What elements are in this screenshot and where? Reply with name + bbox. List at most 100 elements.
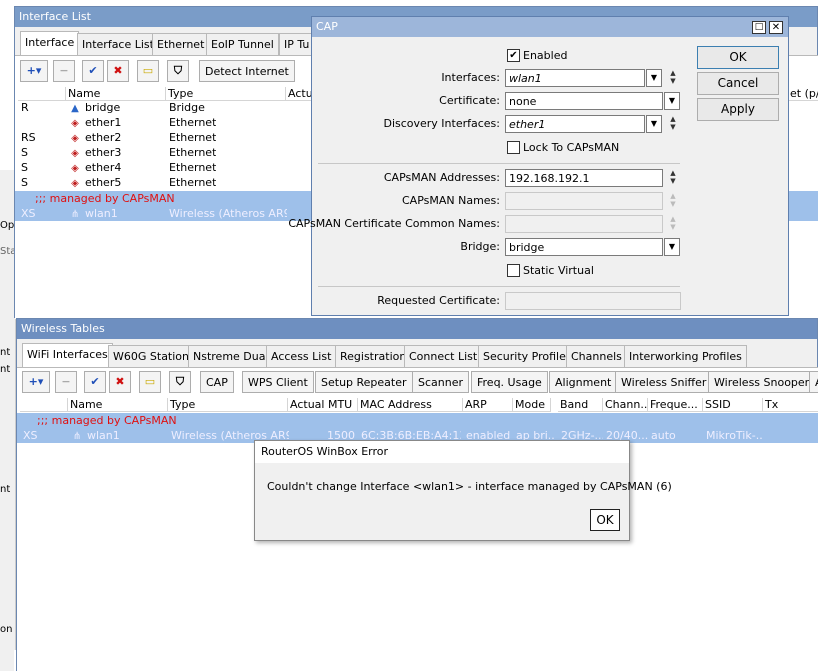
filter-button[interactable]: ⛉ — [167, 60, 189, 82]
freq-usage-button[interactable]: Freq. Usage — [471, 371, 548, 393]
detect-internet-button[interactable]: Detect Internet — [199, 60, 295, 82]
tab-channels[interactable]: Channels — [566, 345, 627, 367]
certificate-dropdown[interactable]: ▼ — [664, 92, 680, 110]
dialog-title[interactable]: CAP — [312, 17, 788, 37]
cancel-button[interactable]: Cancel — [697, 72, 779, 95]
column-mac-address[interactable]: MAC Address — [358, 398, 463, 412]
column-type[interactable]: Type — [168, 398, 288, 412]
alignment-button[interactable]: Alignment — [549, 371, 618, 393]
static-virtual-checkbox[interactable] — [507, 264, 520, 277]
column-flags[interactable] — [18, 87, 66, 101]
tab-ip-tunnel[interactable]: IP Tu — [279, 33, 315, 55]
column-frequency[interactable]: Freque... — [648, 398, 703, 412]
interfaces-updown[interactable]: ▲ ▼ — [667, 69, 679, 87]
wps-client-button[interactable]: WPS Client — [242, 371, 314, 393]
tab-eoip-tunnel[interactable]: EoIP Tunnel — [206, 33, 279, 55]
tab-wifi-interfaces[interactable]: WiFi Interfaces — [22, 343, 113, 367]
tab-ethernet[interactable]: Ethernet — [152, 33, 210, 55]
table-row[interactable]: ◈ ether1 — [69, 115, 121, 131]
column-tx-rate[interactable]: et (p/s — [787, 87, 818, 101]
lock-to-capsman-checkbox[interactable] — [507, 141, 520, 154]
error-ok-button[interactable]: OK — [590, 509, 620, 531]
filter-button[interactable]: ⛉ — [169, 371, 191, 393]
discovery-updown[interactable]: ▲ ▼ — [667, 115, 679, 133]
interfaces-dropdown[interactable]: ▼ — [646, 69, 662, 87]
tab-registration[interactable]: Registration — [335, 345, 412, 367]
tab-connect-list[interactable]: Connect List — [404, 345, 483, 367]
discovery-interfaces-field[interactable]: ether1 — [505, 115, 645, 133]
scanner-button[interactable]: Scanner — [412, 371, 470, 393]
column-tx[interactable]: Tx — [763, 398, 818, 412]
bridge-label: Bridge: — [460, 240, 500, 253]
row-type: Ethernet — [169, 176, 217, 189]
column-channel[interactable]: Chann... — [603, 398, 648, 412]
tab-interworking-profiles[interactable]: Interworking Profiles — [624, 345, 747, 367]
enable-button[interactable]: ✔ — [82, 60, 104, 82]
row-name: ether2 — [85, 131, 122, 144]
remove-button[interactable]: − — [53, 60, 75, 82]
column-name[interactable]: Name — [68, 398, 168, 412]
bg-fragment: nt — [0, 364, 11, 375]
disable-button[interactable]: ✖ — [107, 60, 129, 82]
ok-button[interactable]: OK — [697, 46, 779, 69]
certificate-field[interactable]: none — [505, 92, 663, 110]
setup-repeater-button[interactable]: Setup Repeater — [315, 371, 413, 393]
static-virtual-label: Static Virtual — [523, 264, 594, 277]
row-name: wlan1 — [85, 207, 118, 220]
column-type[interactable]: Type — [166, 87, 286, 101]
error-dialog-title[interactable]: RouterOS WinBox Error — [255, 441, 629, 463]
apply-button[interactable]: Apply — [697, 98, 779, 121]
comment-button[interactable]: ▭ — [137, 60, 159, 82]
more-button[interactable]: A — [809, 371, 818, 393]
tab-security-profiles[interactable]: Security Profiles — [478, 345, 577, 367]
bridge-dropdown[interactable]: ▼ — [664, 238, 680, 256]
column-arp[interactable]: ARP — [463, 398, 513, 412]
tab-w60g-station[interactable]: W60G Station — [108, 345, 195, 367]
column-actual-mtu[interactable]: Actual MTU — [288, 398, 358, 412]
add-button[interactable]: +▾ — [20, 60, 48, 82]
column-band[interactable]: Band — [558, 398, 603, 412]
cap-button[interactable]: CAP — [200, 371, 234, 393]
remove-button[interactable]: − — [55, 371, 77, 393]
column-name[interactable]: Name — [66, 87, 166, 101]
maximize-icon[interactable]: □ — [752, 21, 766, 34]
column-flags[interactable] — [20, 398, 68, 412]
window-title[interactable]: Wireless Tables — [17, 319, 817, 339]
wireless-snooper-button[interactable]: Wireless Snooper — [708, 371, 816, 393]
capsman-addresses-field[interactable]: 192.168.192.1 — [505, 169, 663, 187]
tab-interface[interactable]: Interface — [20, 31, 80, 55]
comment-button[interactable]: ▭ — [139, 371, 161, 393]
column-mode[interactable]: Mode — [513, 398, 551, 412]
requested-certificate-field[interactable] — [505, 292, 681, 310]
add-button[interactable]: +▾ — [22, 371, 50, 393]
table-row[interactable]: ◈ ether5 — [69, 175, 121, 191]
capsman-cert-names-field[interactable] — [505, 215, 663, 233]
capsman-names-updown[interactable]: ▲ ▼ — [667, 192, 679, 210]
column-ssid[interactable]: SSID — [703, 398, 763, 412]
table-row[interactable]: ▲ bridge — [69, 100, 120, 116]
wireless-icon: ⋔ — [72, 431, 82, 442]
enabled-checkbox[interactable]: ✔ — [507, 49, 520, 62]
enable-button[interactable]: ✔ — [84, 371, 106, 393]
disable-button[interactable]: ✖ — [109, 371, 131, 393]
table-row[interactable]: ⋔ wlan1 — [71, 428, 120, 444]
close-icon[interactable]: ✕ — [769, 21, 783, 34]
capsman-cert-names-updown[interactable]: ▲ ▼ — [667, 215, 679, 233]
tab-interface-list[interactable]: Interface List — [77, 33, 159, 55]
table-row[interactable]: ◈ ether4 — [69, 160, 121, 176]
capsman-addresses-updown[interactable]: ▲ ▼ — [667, 169, 679, 187]
wireless-sniffer-button[interactable]: Wireless Sniffer — [615, 371, 713, 393]
table-row[interactable]: ◈ ether3 — [69, 145, 121, 161]
capsman-names-field[interactable] — [505, 192, 663, 210]
tab-nstreme-dual[interactable]: Nstreme Dual — [188, 345, 274, 367]
table-row[interactable]: ⋔ wlan1 — [69, 206, 118, 222]
discovery-dropdown[interactable]: ▼ — [646, 115, 662, 133]
row-frequency: auto — [651, 429, 676, 442]
interfaces-field[interactable]: wlan1 — [505, 69, 645, 87]
tab-access-list[interactable]: Access List — [266, 345, 337, 367]
bridge-field[interactable]: bridge — [505, 238, 663, 256]
tab-bar: WiFi Interfaces W60G Station Nstreme Dua… — [17, 343, 818, 367]
discovery-interfaces-label: Discovery Interfaces: — [383, 117, 500, 130]
table-row[interactable]: ◈ ether2 — [69, 130, 121, 146]
row-flag: XS — [23, 429, 38, 442]
